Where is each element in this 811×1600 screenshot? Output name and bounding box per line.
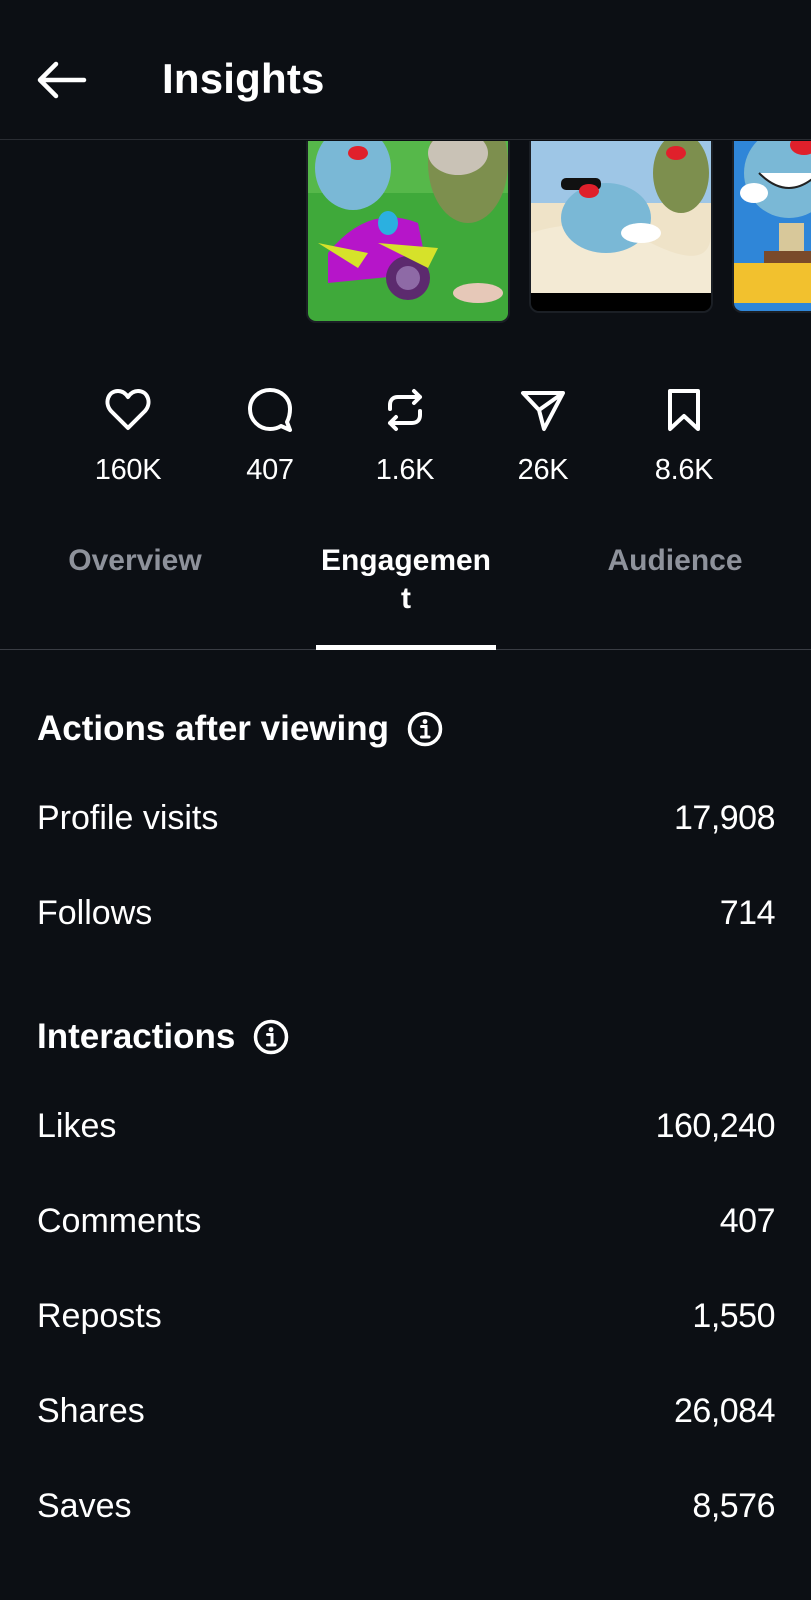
actions-after-viewing-section-title: Actions after viewing <box>37 707 443 751</box>
insights-tabs: Overview Engagement Audience <box>0 530 811 650</box>
metric-label: Profile visits <box>37 798 219 837</box>
tab-overview[interactable]: Overview <box>40 542 230 580</box>
likes-stat[interactable]: 160K <box>68 380 188 488</box>
arrow-left-icon <box>37 61 87 99</box>
comments-count: 407 <box>246 454 294 486</box>
metric-row-reposts: Reposts 1,550 <box>37 1293 775 1339</box>
heart-icon <box>105 389 151 430</box>
paper-plane-icon <box>521 391 565 431</box>
tab-engagement[interactable]: Engagement <box>316 542 496 618</box>
video-thumbnail-table-icon <box>734 141 811 311</box>
post-thumbnail[interactable] <box>529 141 713 313</box>
metric-value: 160,240 <box>655 1106 776 1145</box>
info-icon[interactable] <box>407 711 443 747</box>
video-thumbnail-beach-icon <box>531 141 711 311</box>
metric-row-likes: Likes 160,240 <box>37 1103 776 1149</box>
section-title-text: Actions after viewing <box>37 709 390 748</box>
reposts-count: 1.6K <box>375 454 435 486</box>
shares-count: 26K <box>517 454 569 486</box>
metric-row-profile-visits: Profile visits 17,908 <box>37 795 776 841</box>
metric-value: 17,908 <box>674 798 776 837</box>
metric-value: 26,084 <box>674 1391 776 1430</box>
app-header: Insights <box>0 0 811 140</box>
saves-count: 8.6K <box>654 454 714 486</box>
page-title: Insights <box>162 55 325 102</box>
metric-value: 714 <box>719 893 776 932</box>
stats-row: 160K 407 1.6K 26K 8.6K <box>0 380 811 490</box>
post-thumbnail[interactable] <box>306 141 510 323</box>
video-thumbnail-scooter-icon <box>308 141 508 321</box>
info-icon[interactable] <box>253 1019 289 1055</box>
interactions-section-title: Interactions <box>37 1015 289 1059</box>
metric-row-follows: Follows 714 <box>37 890 776 936</box>
comment-bubble-icon <box>248 388 292 432</box>
saves-stat[interactable]: 8.6K <box>624 380 744 488</box>
repost-icon <box>388 389 422 431</box>
metric-value: 8,576 <box>692 1486 775 1525</box>
metric-row-saves: Saves 8,576 <box>37 1483 775 1529</box>
info-circle-icon <box>407 711 443 747</box>
post-thumbnails-carousel[interactable] <box>0 141 811 331</box>
metric-label: Shares <box>37 1391 145 1430</box>
metric-label: Saves <box>37 1486 132 1525</box>
comments-stat[interactable]: 407 <box>210 380 330 488</box>
tab-selected-indicator <box>316 645 496 650</box>
metric-value: 1,550 <box>692 1296 775 1335</box>
metric-row-shares: Shares 26,084 <box>37 1388 776 1434</box>
info-circle-icon <box>254 1019 289 1055</box>
metric-label: Reposts <box>37 1296 162 1335</box>
metric-value: 407 <box>719 1201 776 1240</box>
shares-stat[interactable]: 26K <box>483 380 603 488</box>
metric-label: Follows <box>37 893 153 932</box>
metric-row-comments: Comments 407 <box>37 1198 776 1244</box>
back-button[interactable] <box>30 52 92 108</box>
bookmark-icon <box>668 389 700 431</box>
metric-label: Comments <box>37 1201 202 1240</box>
section-title-text: Interactions <box>37 1017 236 1056</box>
reposts-stat[interactable]: 1.6K <box>345 380 465 488</box>
post-thumbnail[interactable] <box>732 141 811 313</box>
tab-audience[interactable]: Audience <box>580 542 770 580</box>
likes-count: 160K <box>94 454 162 486</box>
metric-label: Likes <box>37 1106 117 1145</box>
